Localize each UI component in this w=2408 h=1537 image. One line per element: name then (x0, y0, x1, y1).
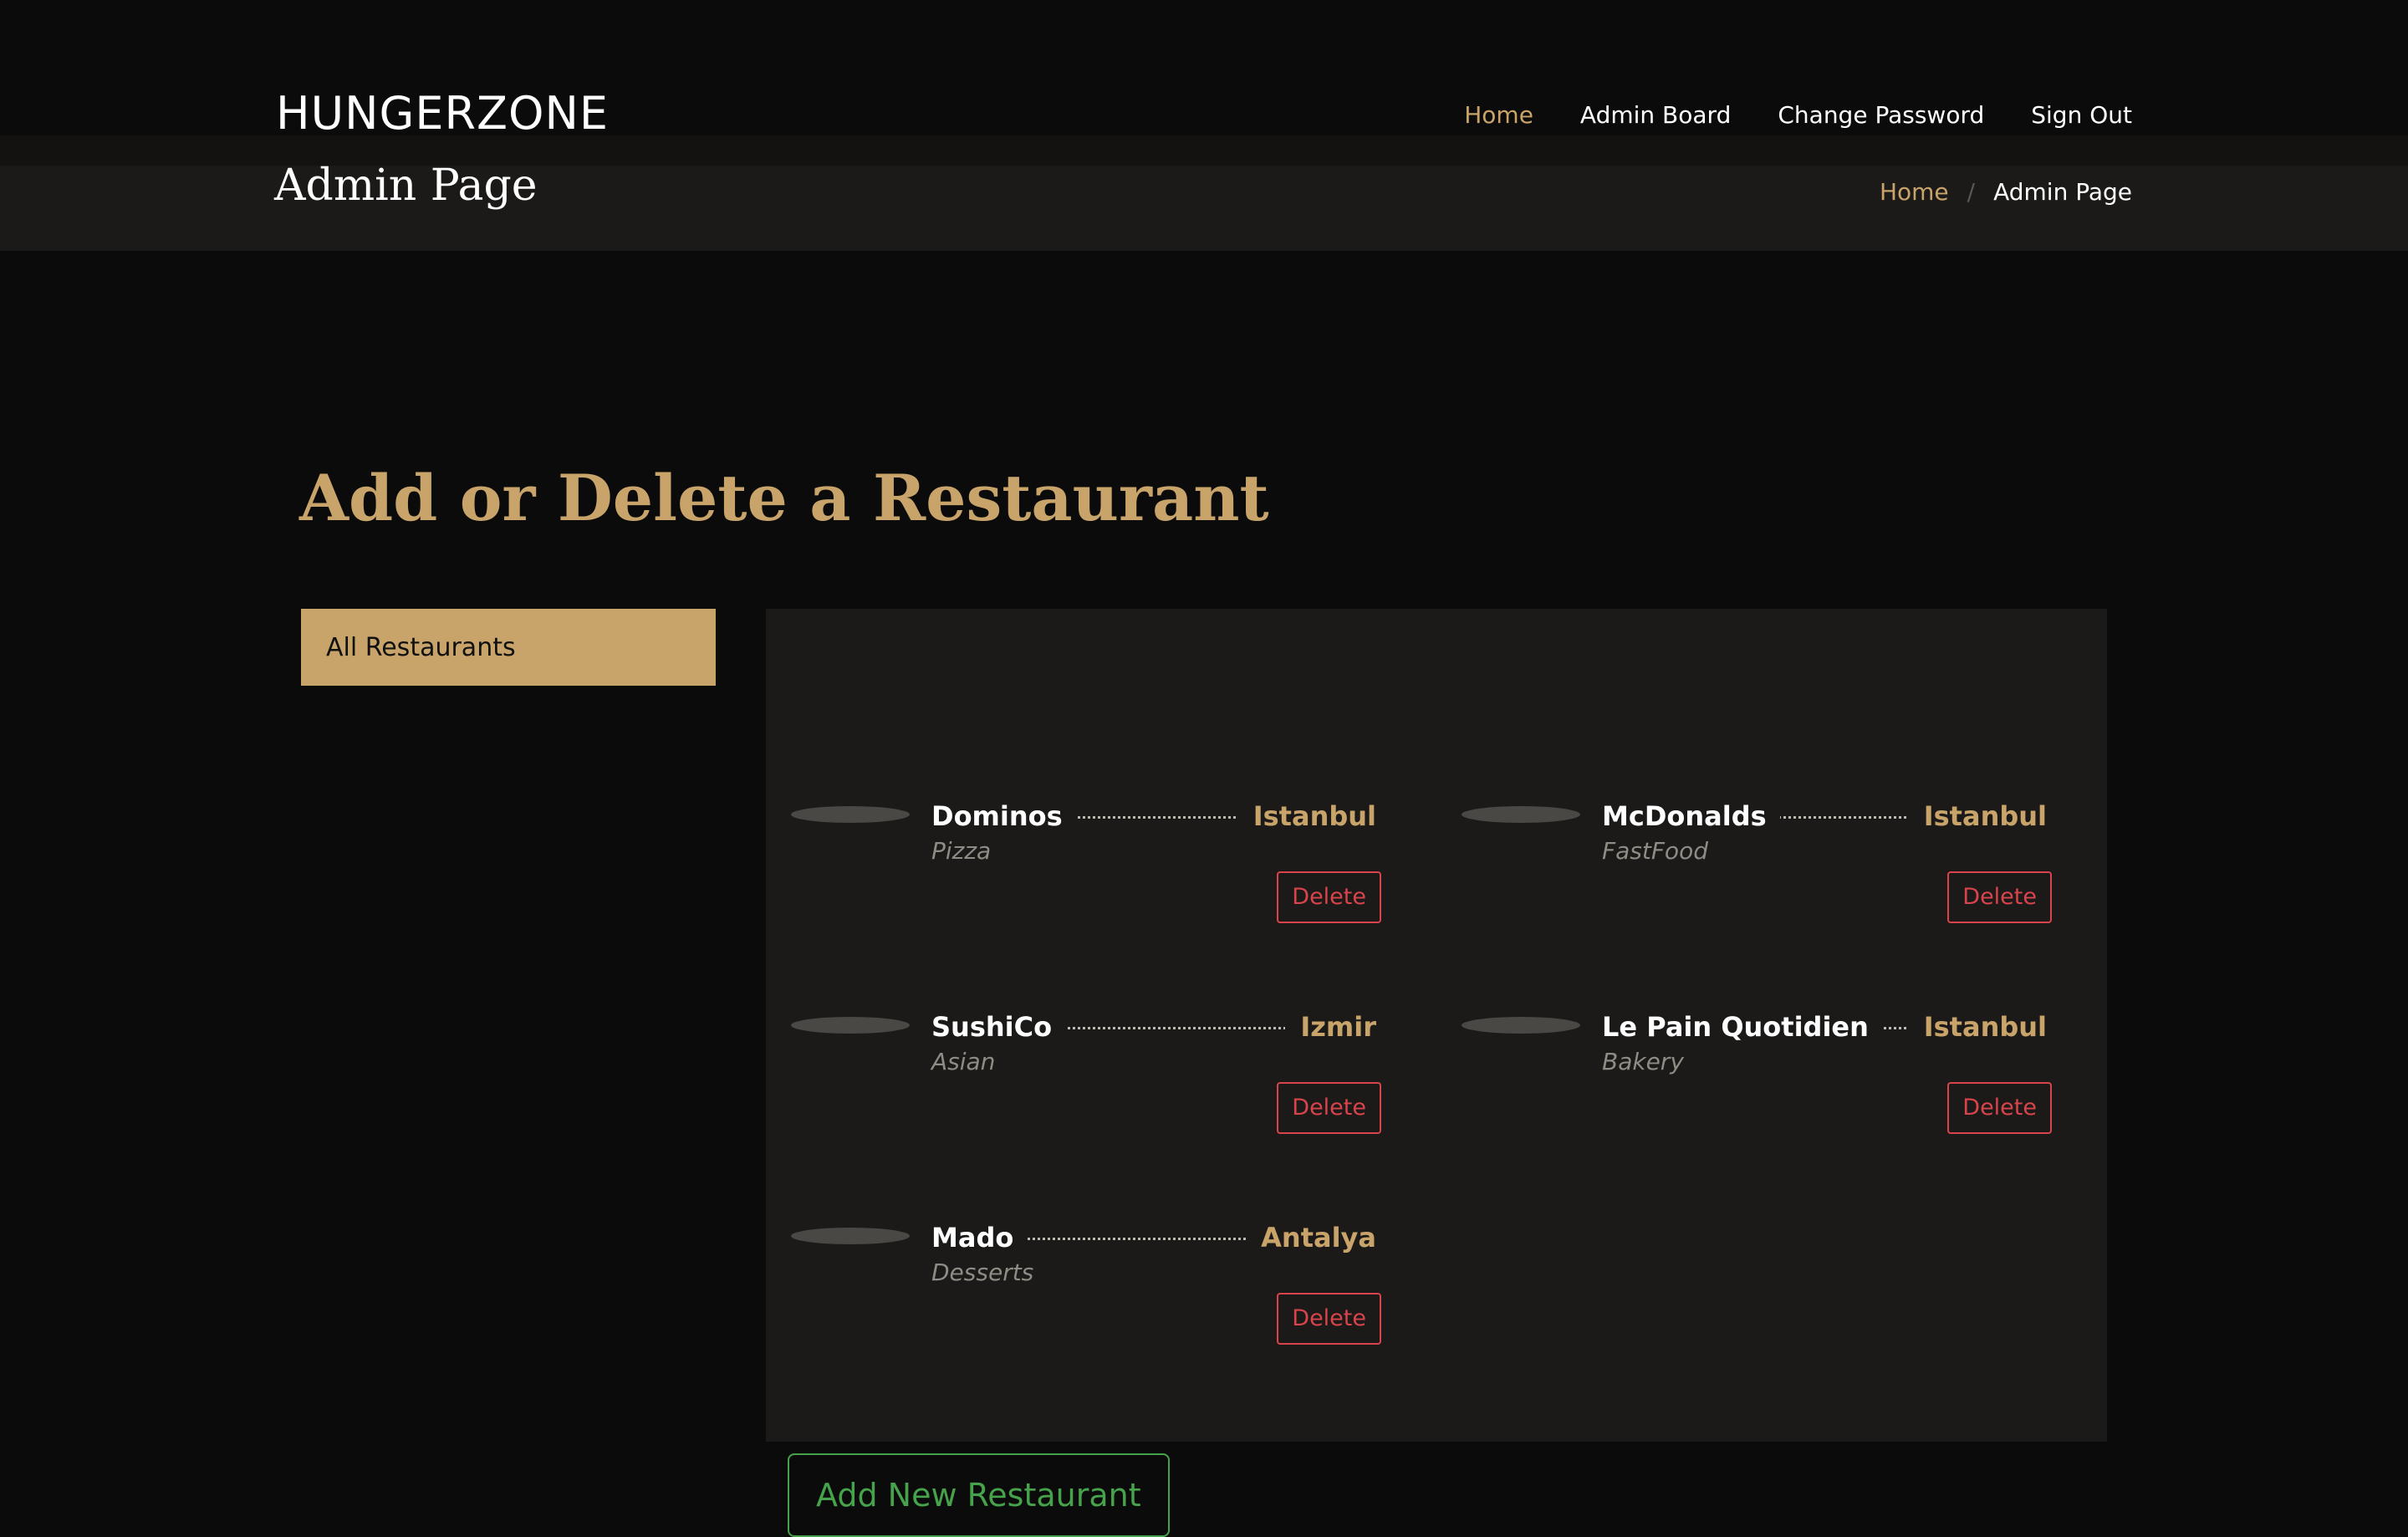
restaurant-list-panel: Dominos Istanbul Pizza Delete McDonalds … (766, 609, 2107, 1442)
restaurant-item: Dominos Istanbul Pizza Delete (766, 789, 1381, 923)
nav-admin-board-link[interactable]: Admin Board (1580, 97, 1731, 134)
nav-change-password-link[interactable]: Change Password (1778, 97, 1984, 134)
restaurant-city: Istanbul (1908, 1007, 2047, 1047)
restaurant-thumbnail (791, 1228, 910, 1244)
delete-button[interactable]: Delete (1277, 1082, 1381, 1134)
delete-button[interactable]: Delete (1947, 1082, 2052, 1134)
restaurant-category: Bakery (1602, 1048, 1684, 1075)
restaurant-category: Pizza (931, 837, 992, 865)
breadcrumb: Home / Admin Page (1880, 174, 2132, 211)
restaurant-name: Mado (931, 1218, 1028, 1258)
restaurant-thumbnail (791, 806, 910, 823)
restaurant-city: Istanbul (1237, 796, 1376, 836)
breadcrumb-separator: / (1967, 178, 1976, 206)
restaurant-name: McDonalds (1602, 796, 1780, 836)
restaurant-category: Asian (931, 1048, 996, 1075)
restaurant-item: Mado Antalya Desserts Delete (766, 1211, 1381, 1345)
restaurant-category: FastFood (1602, 837, 1708, 865)
delete-button[interactable]: Delete (1277, 1293, 1381, 1345)
restaurant-item: SushiCo Izmir Asian Delete (766, 1000, 1381, 1134)
restaurant-name: Le Pain Quotidien (1602, 1007, 1882, 1047)
restaurant-name: Dominos (931, 796, 1076, 836)
delete-button[interactable]: Delete (1947, 871, 2052, 923)
restaurant-item: McDonalds Istanbul FastFood Delete (1436, 789, 2052, 923)
restaurant-name: SushiCo (931, 1007, 1066, 1047)
section-heading: Add or Delete a Restaurant (299, 461, 1269, 535)
delete-button[interactable]: Delete (1277, 871, 1381, 923)
restaurant-city: Istanbul (1908, 796, 2047, 836)
site-header: HUNGERZONE Home Admin Board Change Passw… (0, 0, 2408, 140)
restaurant-thumbnail (791, 1017, 910, 1034)
add-new-restaurant-button[interactable]: Add New Restaurant (788, 1453, 1170, 1537)
restaurant-item: Le Pain Quotidien Istanbul Bakery Delete (1436, 1000, 2052, 1134)
restaurant-city: Izmir (1285, 1007, 1376, 1047)
restaurant-category: Desserts (931, 1259, 1034, 1286)
nav-sign-out-link[interactable]: Sign Out (2031, 97, 2132, 134)
filter-tab-all-restaurants[interactable]: All Restaurants (301, 609, 716, 686)
restaurant-city: Antalya (1246, 1218, 1376, 1258)
page-title: Admin Page (274, 161, 538, 211)
breadcrumb-current: Admin Page (1993, 178, 2132, 206)
nav-home-link[interactable]: Home (1464, 97, 1533, 134)
breadcrumb-home-link[interactable]: Home (1880, 174, 1949, 211)
restaurant-thumbnail (1462, 1017, 1580, 1034)
main-nav: Home Admin Board Change Password Sign Ou… (1464, 97, 2132, 134)
restaurant-thumbnail (1462, 806, 1580, 823)
